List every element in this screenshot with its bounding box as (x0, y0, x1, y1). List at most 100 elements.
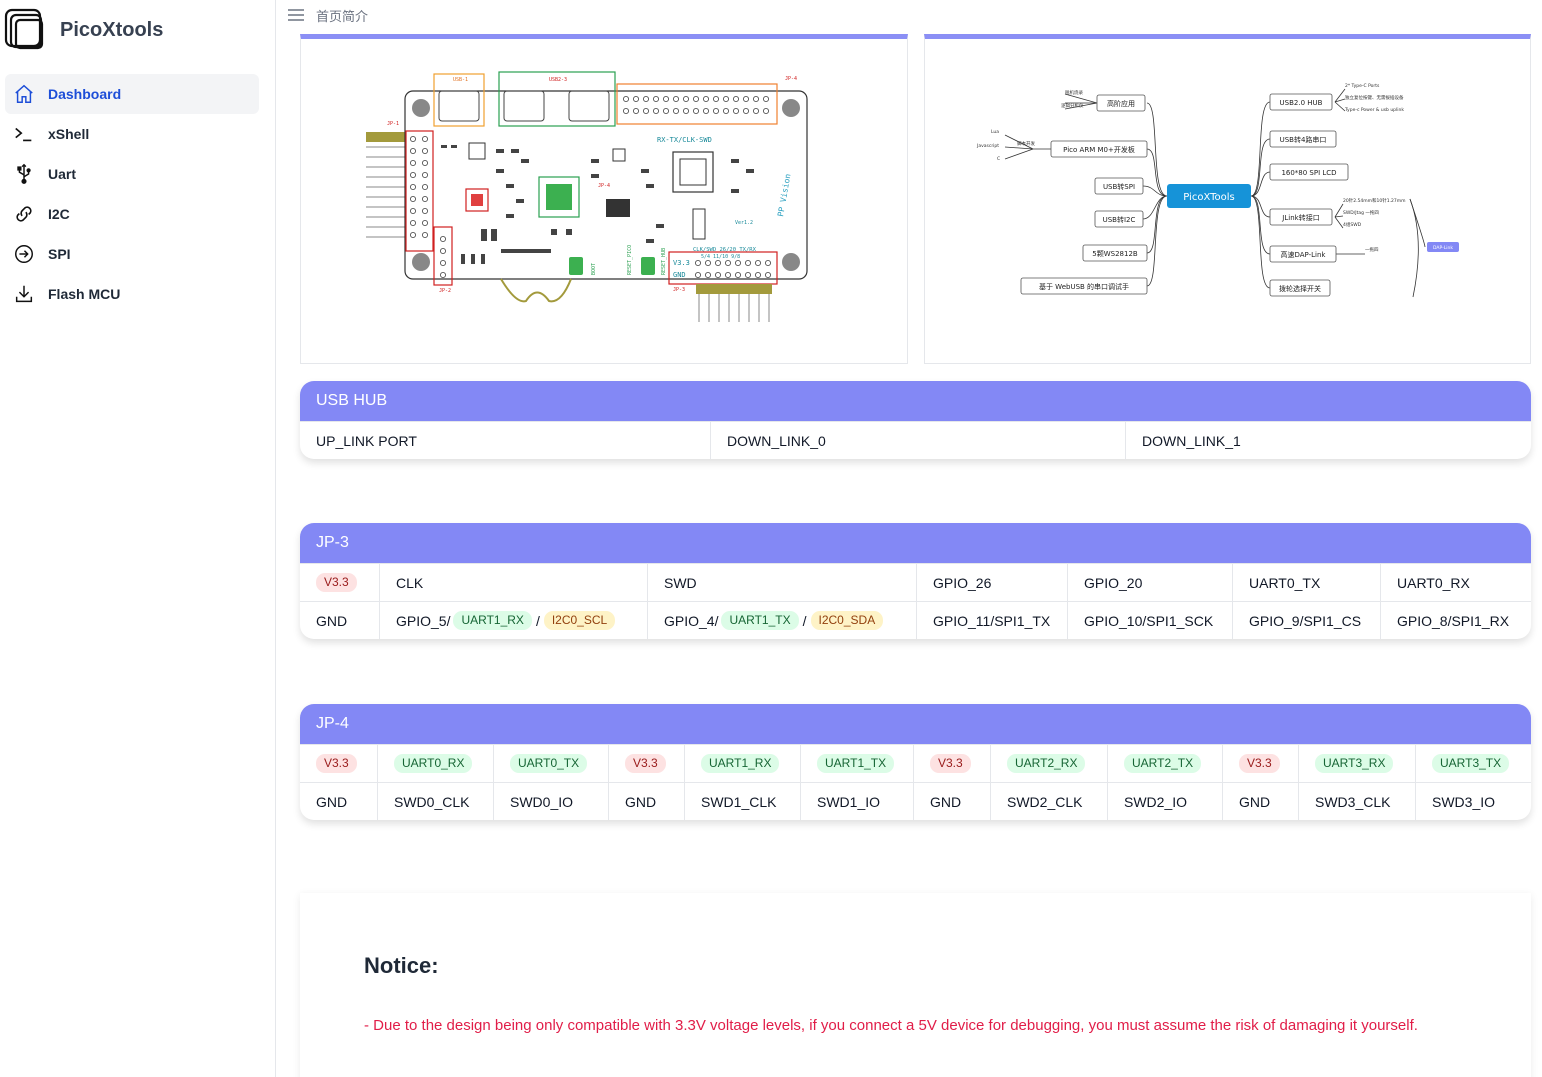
sidebar-item-xshell[interactable]: xShell (5, 114, 259, 154)
sidebar-item-label: Dashboard (48, 86, 122, 102)
svg-text:USB-1: USB-1 (453, 77, 468, 83)
sidebar-item-label: SPI (48, 246, 71, 262)
pin-badge: I2C0_SDA (810, 611, 884, 630)
table-row: GND SWD0_CLK SWD0_IO GND SWD1_CLK SWD1_I… (300, 782, 1531, 820)
svg-text:C: C (997, 156, 1000, 162)
svg-text:JP-4: JP-4 (785, 76, 797, 82)
sidebar: PicoXtools Dashboard xShell Uart I2C SPI… (0, 0, 276, 1077)
jp4-table: JP-4 V3.3 UART0_RX UART0_TX V3.3 UART1_R… (300, 704, 1531, 820)
svg-text:160*80 SPI LCD: 160*80 SPI LCD (1281, 169, 1336, 177)
svg-text:JP-3: JP-3 (673, 287, 685, 293)
svg-text:一拖四: 一拖四 (1365, 246, 1379, 253)
table-cell: UART0_RX (378, 745, 494, 782)
svg-text:USB转I2C: USB转I2C (1103, 215, 1136, 224)
pin-badge: UART0_RX (394, 754, 473, 773)
table-row: V3.3 UART0_RX UART0_TX V3.3 UART1_RX UAR… (300, 744, 1531, 782)
table-cell: GPIO_9/SPI1_CS (1233, 602, 1381, 639)
table-cell: SWD0_IO (494, 783, 609, 820)
svg-text:脚本开发: 脚本开发 (1017, 140, 1035, 147)
pin-badge: V3.3 (1239, 754, 1280, 773)
svg-text:高速DAP-Link: 高速DAP-Link (1281, 250, 1327, 259)
svg-text:BOOT: BOOT (591, 263, 597, 275)
table-cell: GND (1223, 783, 1299, 820)
pin-badge: UART2_TX (1124, 754, 1202, 773)
board-image-card: USB-1 USB2-3 JP-4 RX-TX/CLK-SWD JP-1 JP-… (300, 34, 908, 364)
sidebar-item-dashboard[interactable]: Dashboard (5, 74, 259, 114)
usb-hub-title: USB HUB (300, 381, 1531, 421)
svg-text:高阶应用: 高阶应用 (1107, 99, 1135, 108)
table-cell: UART0_TX (494, 745, 609, 782)
table-cell: UART2_RX (991, 745, 1108, 782)
sidebar-item-i2c[interactable]: I2C (5, 194, 259, 234)
table-row: V3.3 CLK SWD GPIO_26 GPIO_20 UART0_TX UA… (300, 563, 1531, 601)
notice-card: Notice: - Due to the design being only c… (300, 893, 1531, 1077)
table-cell: UART1_TX (801, 745, 914, 782)
pin-badge: UART3_RX (1315, 754, 1394, 773)
brand[interactable]: PicoXtools (4, 8, 163, 52)
pin-badge: UART0_TX (510, 754, 588, 773)
feature-mindmap: PicoXTools 高阶应用 Pico ARM M0+开发板 USB转SPI … (976, 83, 1459, 298)
table-cell: GND (609, 783, 685, 820)
sidebar-item-flash-mcu[interactable]: Flash MCU (5, 274, 259, 314)
terminal-icon (13, 123, 35, 145)
pin-badge: I2C0_SCL (543, 611, 616, 630)
table-cell: SWD2_IO (1108, 783, 1223, 820)
usb-hub-table: USB HUB UP_LINK PORT DOWN_LINK_0 DOWN_LI… (300, 381, 1531, 459)
svg-text:JP-1: JP-1 (387, 121, 399, 127)
table-cell: GPIO_26 (917, 564, 1068, 601)
table-cell: V3.3 (300, 745, 378, 782)
sidebar-item-spi[interactable]: SPI (5, 234, 259, 274)
table-cell: CLK (380, 564, 648, 601)
link-icon (13, 203, 35, 225)
sidebar-item-label: I2C (48, 206, 70, 222)
sidebar-nav: Dashboard xShell Uart I2C SPI Flash MCU (5, 74, 259, 314)
table-cell: GPIO_10/SPI1_SCK (1068, 602, 1233, 639)
table-cell: GND (300, 602, 380, 639)
pin-label: GPIO_4/ (664, 612, 719, 629)
table-cell: SWD1_CLK (685, 783, 801, 820)
svg-text:5/4 11/10 9/8: 5/4 11/10 9/8 (701, 254, 740, 260)
table-cell: SWD0_CLK (378, 783, 494, 820)
jp3-table: JP-3 V3.3 CLK SWD GPIO_26 GPIO_20 UART0_… (300, 523, 1531, 639)
menu-icon[interactable] (286, 5, 306, 25)
svg-text:拨轮选择开关: 拨轮选择开关 (1279, 284, 1321, 293)
pin-label: GPIO_5/ (396, 612, 451, 629)
pin-badge: UART1_TX (721, 611, 799, 630)
breadcrumb: 首页简介 (316, 8, 369, 24)
svg-text:GND: GND (673, 271, 686, 279)
svg-text:JP-2: JP-2 (439, 288, 451, 294)
table-cell: UART1_RX (685, 745, 801, 782)
sidebar-item-uart[interactable]: Uart (5, 154, 259, 194)
app-name: PicoXtools (60, 18, 164, 41)
svg-text:Type-c Power & usb uplink: Type-c Power & usb uplink (1344, 107, 1404, 113)
svg-text:JP-4: JP-4 (598, 183, 610, 189)
svg-text:逻辑分析仪: 逻辑分析仪 (1061, 102, 1084, 109)
board-diagram: USB-1 USB2-3 JP-4 RX-TX/CLK-SWD JP-1 JP-… (366, 71, 808, 322)
table-cell: SWD1_IO (801, 783, 914, 820)
sidebar-item-label: Uart (48, 166, 77, 182)
pin-badge: UART2_RX (1007, 754, 1086, 773)
table-cell: GPIO_20 (1068, 564, 1233, 601)
table-cell: GPIO_8/SPI1_RX (1397, 612, 1510, 629)
svg-text:2* Type-C Ports: 2* Type-C Ports (1345, 83, 1380, 89)
svg-text:RESET_PICO: RESET_PICO (627, 245, 633, 275)
sidebar-item-label: Flash MCU (48, 286, 121, 302)
table-cell: GPIO_5/ UART1_RX / I2C0_SCL (380, 602, 648, 639)
pin-badge: V3.3 (930, 754, 971, 773)
svg-text:独立复位按键、无需拔插设备: 独立复位按键、无需拔插设备 (1345, 94, 1404, 101)
table-cell: SWD3_CLK (1299, 783, 1416, 820)
table-cell: V3.3 (609, 745, 685, 782)
pin-badge: V3.3 (625, 754, 666, 773)
svg-text:SWD/Jtag 一拖四: SWD/Jtag 一拖四 (1343, 209, 1379, 216)
svg-text:20针2.54mm和10针1.27mm: 20针2.54mm和10针1.27mm (1343, 197, 1406, 204)
svg-text:USB2-3: USB2-3 (549, 77, 567, 83)
table-cell: V3.3 (300, 564, 380, 601)
table-cell: DOWN_LINK_0 (711, 422, 1126, 459)
table-cell: SWD (648, 564, 917, 601)
svg-text:USB2.0 HUB: USB2.0 HUB (1280, 99, 1323, 107)
table-cell: GPIO_11/SPI1_TX (917, 602, 1068, 639)
svg-text:脱机烧录: 脱机烧录 (1065, 89, 1083, 96)
sidebar-item-label: xShell (48, 126, 90, 142)
pin-badge: V3.3 (316, 754, 357, 773)
svg-text:基于 WebUSB 的串口调试手: 基于 WebUSB 的串口调试手 (1039, 282, 1129, 291)
